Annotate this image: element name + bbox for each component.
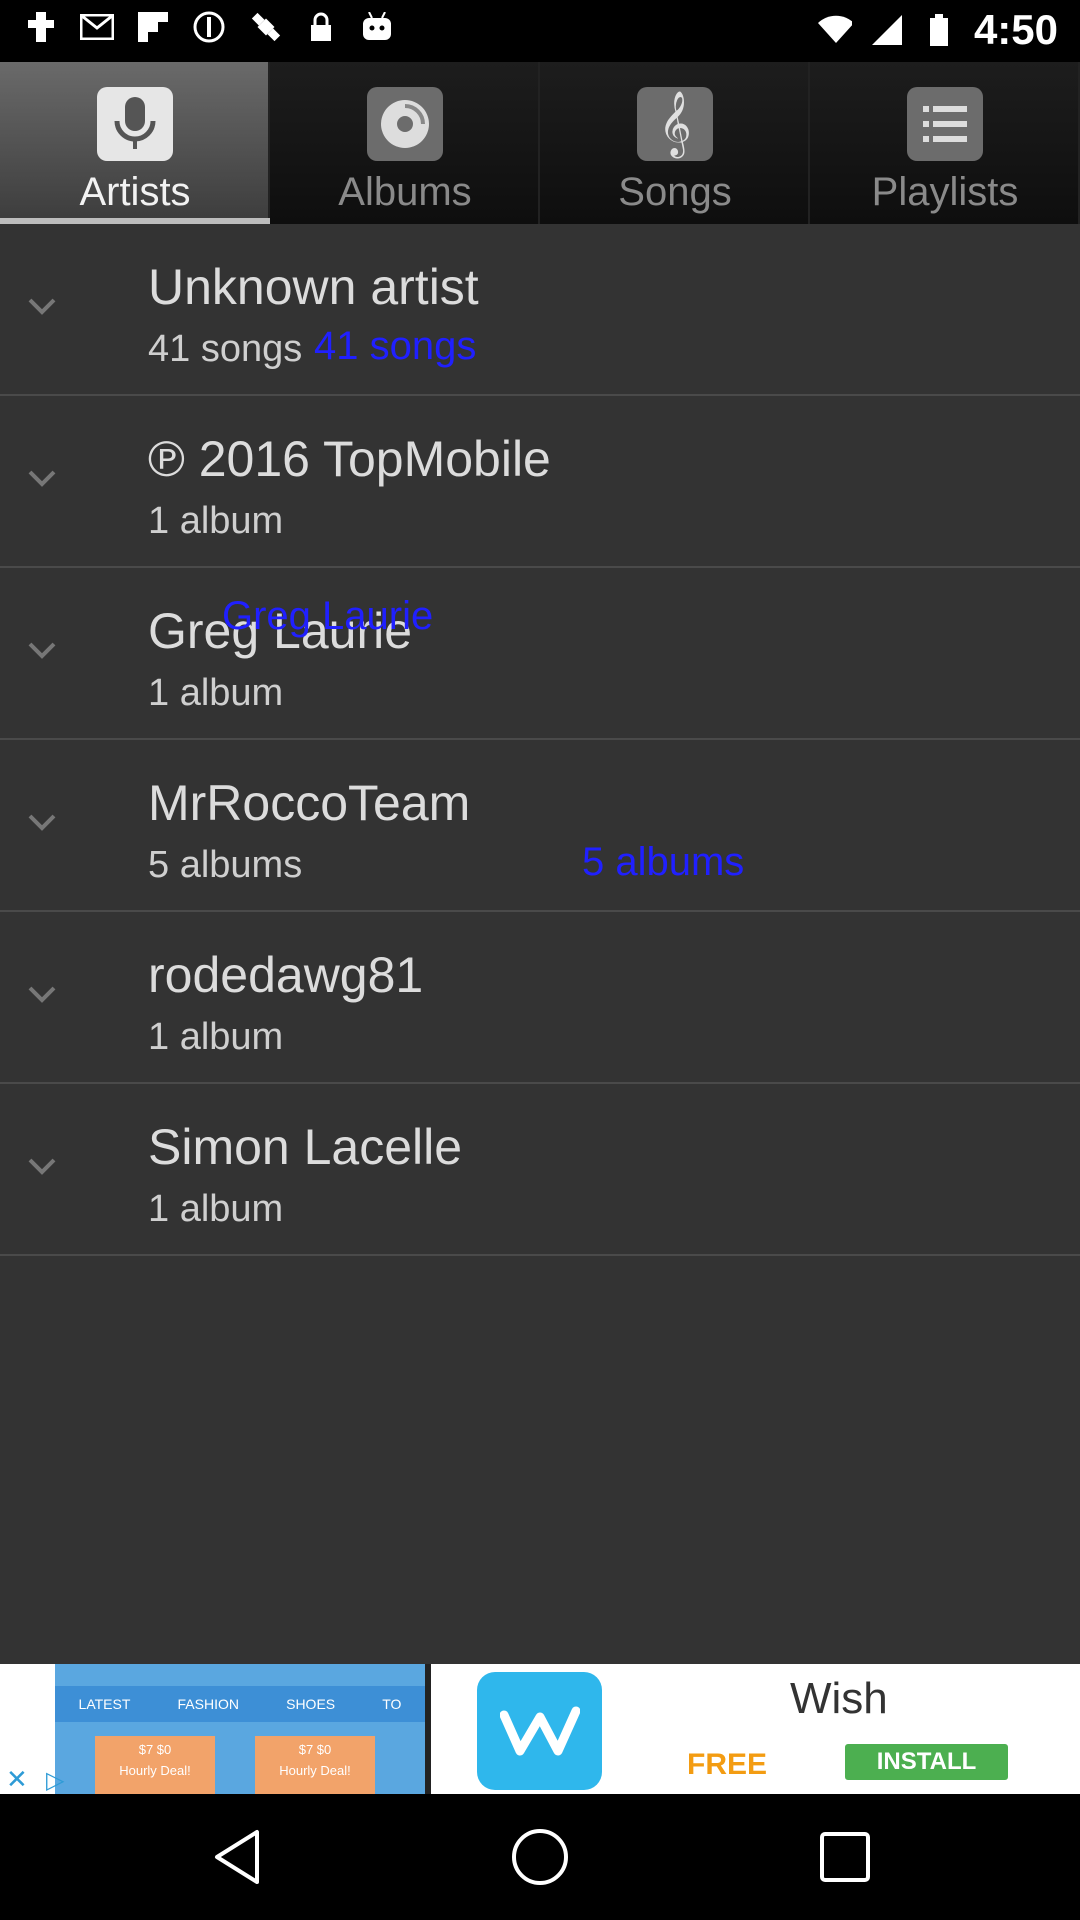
artist-name: Simon Lacelle: [148, 1119, 463, 1175]
wish-logo-icon: [477, 1672, 602, 1790]
artist-count: 1 album: [148, 672, 284, 714]
ad-phone-tab: TO: [382, 1696, 402, 1712]
tab-label: Songs: [618, 170, 732, 214]
status-bar: 4:50: [0, 0, 1080, 62]
artist-row-topmobile[interactable]: ℗ 2016 TopMobile 1 album: [0, 396, 1080, 568]
overlay-label: 5 albums: [582, 840, 745, 884]
artist-name: rodedawg81: [148, 947, 424, 1003]
disc-icon: [367, 87, 443, 161]
back-icon[interactable]: [204, 1824, 270, 1890]
ad-deal-label: Hourly Deal!: [119, 1763, 191, 1778]
ad-banner[interactable]: LATEST FASHION SHOES TO $7 $0 Hourly Dea…: [0, 1664, 1080, 1794]
artist-row-mrroccoteam[interactable]: MrRoccoTeam 5 albums 5 albums: [0, 740, 1080, 912]
artist-list: Unknown artist 41 songs 41 songs ℗ 2016 …: [0, 224, 1080, 1664]
chevron-down-icon[interactable]: [22, 286, 62, 326]
ad-deal-price: $7 $0: [298, 1742, 332, 1757]
tab-playlists[interactable]: Playlists: [810, 62, 1080, 224]
chevron-down-icon[interactable]: [22, 974, 62, 1014]
navigation-bar: [0, 1794, 1080, 1920]
recents-icon[interactable]: [812, 1824, 878, 1890]
artist-row-greg-laurie[interactable]: Greg Laurie 1 album Greg Laurie: [0, 568, 1080, 740]
home-icon[interactable]: [507, 1824, 573, 1890]
treble-clef-icon: 𝄞: [637, 87, 713, 161]
tile-icon: [24, 10, 58, 44]
chevron-down-icon[interactable]: [22, 1146, 62, 1186]
artist-count: 41 songs: [148, 328, 303, 370]
ad-phone-screenshot: LATEST FASHION SHOES TO $7 $0 Hourly Dea…: [55, 1664, 425, 1794]
artist-name: Unknown artist: [148, 259, 479, 315]
ad-choices-icon[interactable]: ▷: [46, 1766, 64, 1794]
artist-row-simon-lacelle[interactable]: Simon Lacelle 1 album: [0, 1084, 1080, 1256]
lock-icon: [304, 10, 338, 44]
tab-bar: Artists Albums 𝄞 Songs Playlists: [0, 62, 1080, 224]
battery-icon: [922, 13, 956, 47]
overlay-label: Greg Laurie: [222, 594, 434, 638]
chevron-down-icon[interactable]: [22, 458, 62, 498]
tab-label: Playlists: [871, 170, 1019, 214]
tab-songs[interactable]: 𝄞 Songs: [540, 62, 810, 224]
artist-row-unknown-artist[interactable]: Unknown artist 41 songs 41 songs: [0, 224, 1080, 396]
ad-phone-tabs: LATEST FASHION SHOES TO: [55, 1686, 425, 1722]
artist-count: 1 album: [148, 1188, 284, 1230]
ad-deal-card: $7 $0 Hourly Deal!: [255, 1736, 375, 1794]
ad-phone-tab: FASHION: [177, 1696, 239, 1712]
artist-row-rodedawg81[interactable]: rodedawg81 1 album: [0, 912, 1080, 1084]
ad-free-label: FREE: [687, 1748, 768, 1781]
signal-icon: [870, 13, 904, 47]
artist-name: ℗ 2016 TopMobile: [148, 431, 551, 487]
wifi-icon: [817, 13, 852, 47]
artist-name: MrRoccoTeam: [148, 775, 471, 831]
list-icon: [907, 87, 983, 161]
chevron-down-icon[interactable]: [22, 630, 62, 670]
ad-divider: [425, 1664, 431, 1794]
microphone-icon: [97, 87, 173, 161]
ad-close-icon[interactable]: ✕: [6, 1764, 28, 1794]
overlay-label: 41 songs: [314, 324, 477, 368]
ad-deal-card: $7 $0 Hourly Deal!: [95, 1736, 215, 1794]
tab-label: Albums: [338, 170, 472, 214]
tab-label: Artists: [79, 170, 191, 214]
fake-gps-icon: [248, 10, 282, 44]
artist-count: 5 albums: [148, 844, 303, 886]
ad-install-button[interactable]: INSTALL: [845, 1744, 1008, 1780]
ad-deal-label: Hourly Deal!: [279, 1763, 351, 1778]
no-entry-icon: [192, 10, 226, 44]
android-icon: [360, 10, 394, 44]
ad-phone-tab: LATEST: [78, 1696, 131, 1712]
chevron-down-icon[interactable]: [22, 802, 62, 842]
ad-deal-price: $7 $0: [138, 1742, 172, 1757]
gmail-icon: [80, 10, 114, 44]
tab-albums[interactable]: Albums: [270, 62, 540, 224]
tab-artists[interactable]: Artists: [0, 62, 276, 224]
artist-count: 1 album: [148, 1016, 284, 1058]
clock: 4:50: [973, 6, 1058, 53]
ad-brand: Wish: [790, 1674, 888, 1723]
ad-phone-tab: SHOES: [286, 1696, 336, 1712]
flipboard-icon: [136, 10, 170, 44]
artist-count: 1 album: [148, 500, 284, 542]
